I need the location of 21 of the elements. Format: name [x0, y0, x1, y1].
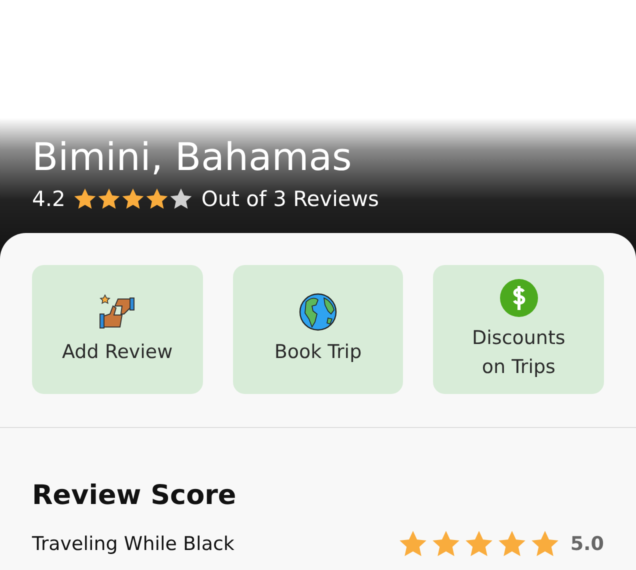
star-icon [497, 529, 528, 559]
star-icon [431, 529, 462, 559]
dollar-icon [498, 278, 539, 318]
star-icon [398, 529, 428, 559]
star-icon [73, 187, 98, 211]
action-button[interactable]: Add Review [32, 265, 203, 394]
star-icon [97, 187, 122, 211]
star-icon [121, 187, 146, 211]
action-button[interactable]: Book Trip [232, 265, 404, 394]
rating-value: 4.2 [32, 187, 66, 211]
action-button[interactable]: Discounts on Trips [433, 265, 604, 394]
star-icon [464, 529, 494, 559]
globe-icon [298, 292, 338, 332]
category-label: Traveling While Black [32, 533, 234, 555]
section-title: Review Score [32, 480, 238, 511]
place-title: Bimini, Bahamas [32, 134, 353, 181]
star-icon [530, 529, 560, 559]
star-icon [169, 187, 194, 211]
score-value: 5.0 [570, 533, 604, 555]
review-count: Out of 3 Reviews [201, 187, 379, 211]
star-icon [145, 187, 170, 211]
